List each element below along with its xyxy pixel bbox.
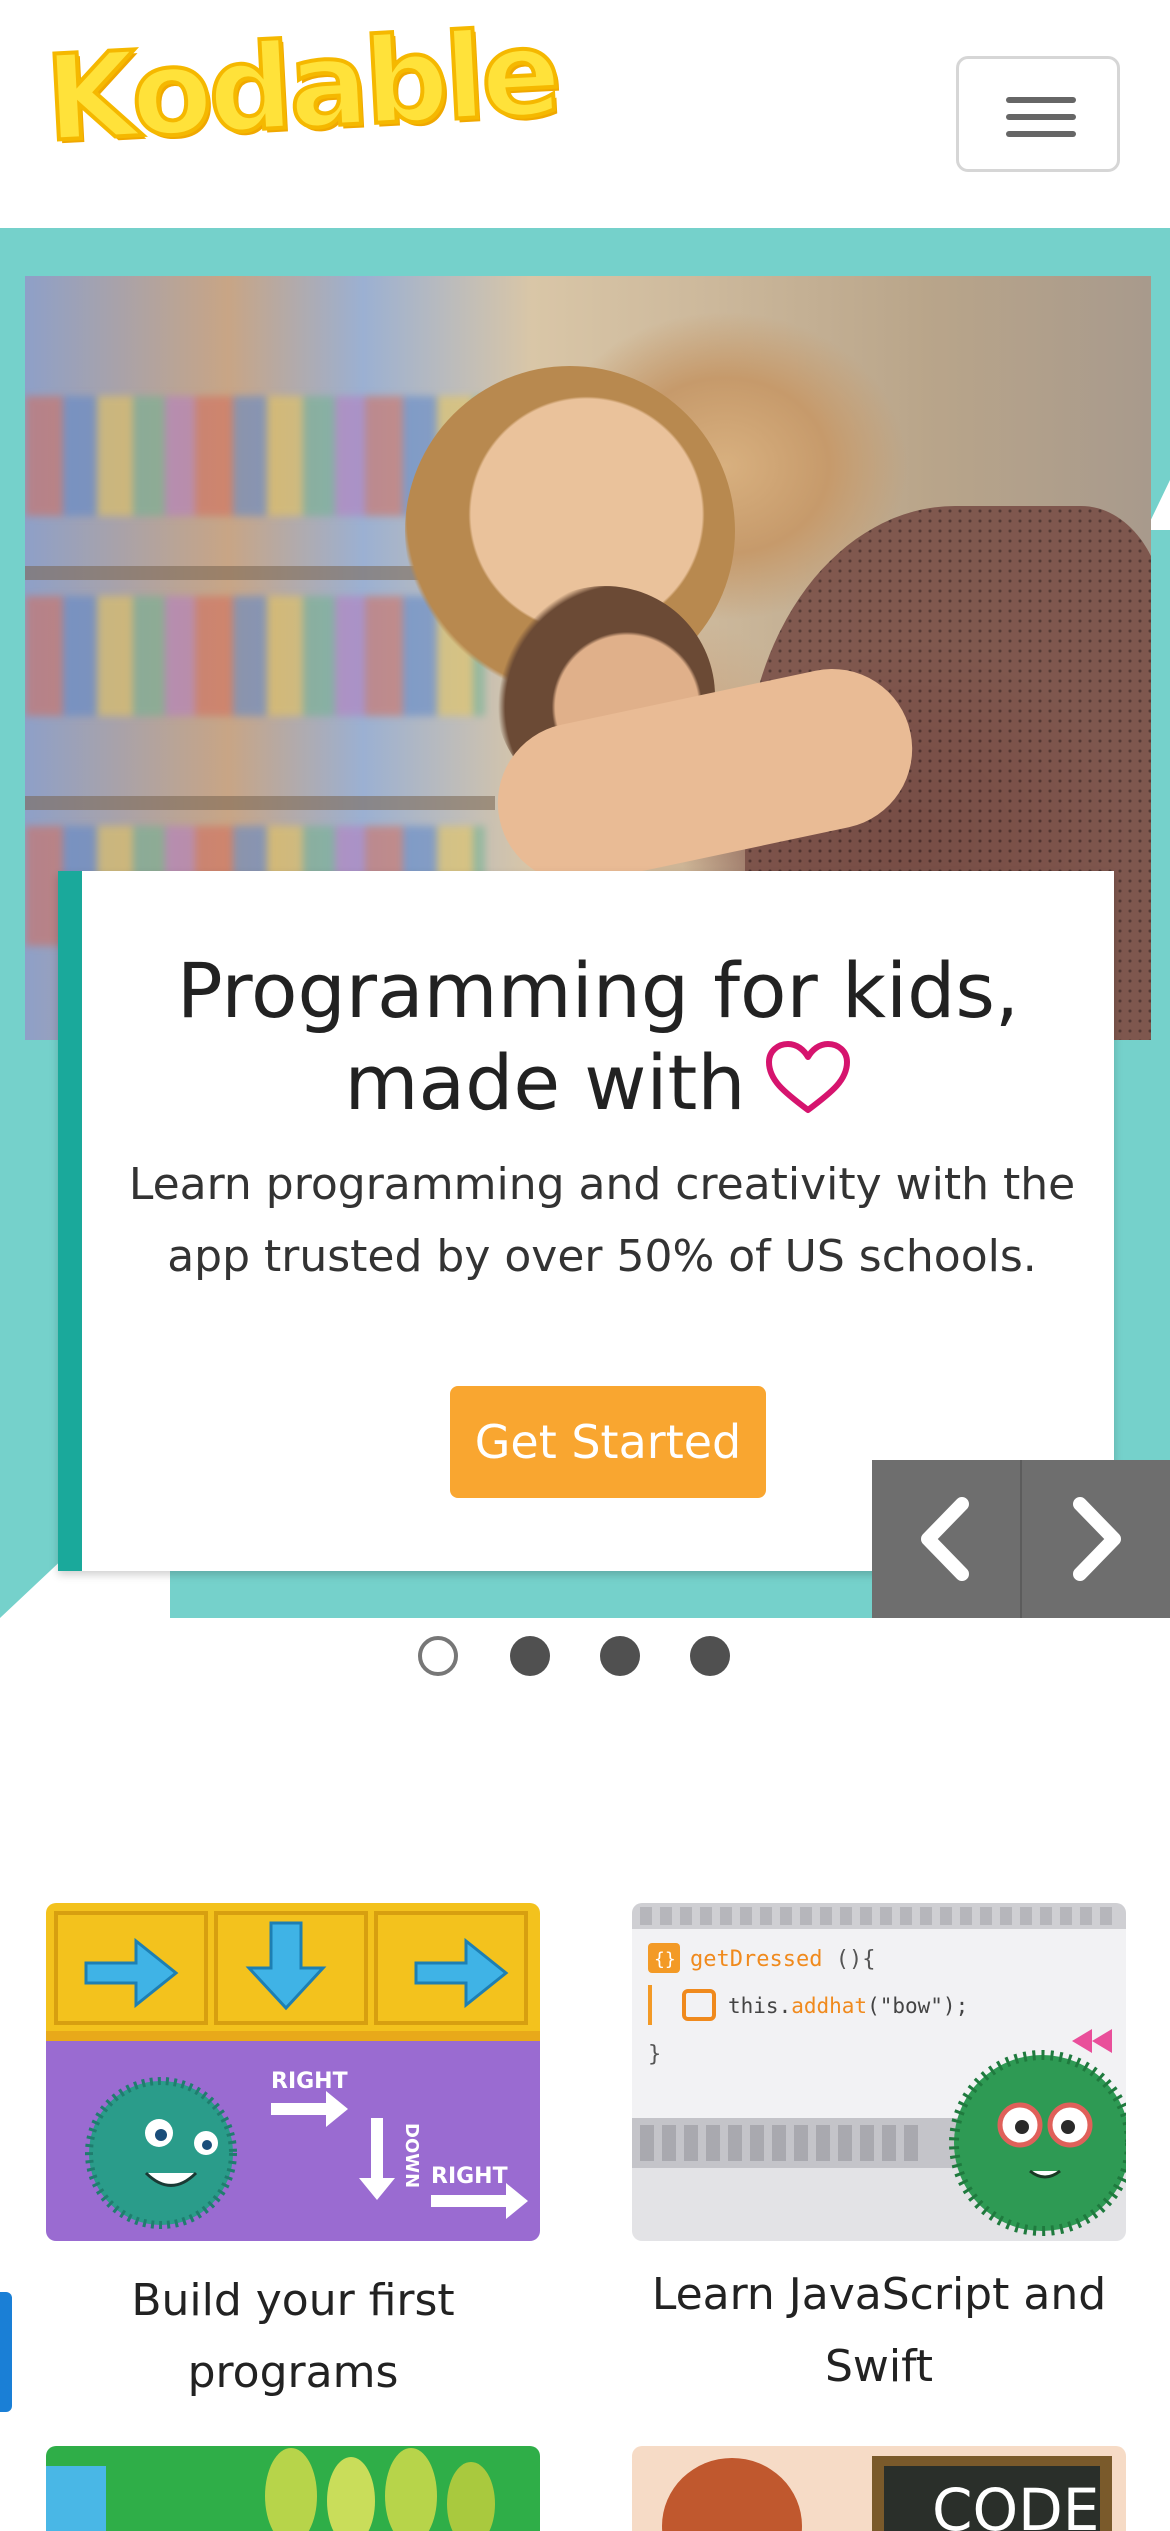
carousel-dot-2[interactable] bbox=[510, 1636, 550, 1676]
get-started-button[interactable]: Get Started bbox=[450, 1386, 766, 1498]
feature-tile-4-image[interactable]: CODE bbox=[632, 2446, 1126, 2531]
hamburger-menu-icon bbox=[1006, 114, 1076, 120]
feature-label-javascript-swift: Learn JavaScript and Swift bbox=[651, 2269, 1107, 2392]
carousel-controls bbox=[872, 1460, 1170, 1618]
word-right2-label: RIGHT bbox=[431, 2164, 508, 2189]
feature-tile-3-image[interactable] bbox=[46, 2446, 540, 2531]
hero-subtitle: Learn programming and creativity with th… bbox=[128, 1159, 1076, 1282]
arrow-right-icon bbox=[84, 1937, 179, 2009]
carousel-next-button[interactable] bbox=[1022, 1460, 1170, 1618]
carousel-dot-4[interactable] bbox=[690, 1636, 730, 1676]
carousel-dot-1[interactable] bbox=[418, 1636, 458, 1676]
hero-title-line2-text: made with bbox=[344, 1038, 746, 1127]
site-header: Kodable bbox=[0, 0, 1170, 228]
code-line-2: this.addhat("bow"); bbox=[728, 1994, 968, 2018]
carousel-prev-button[interactable] bbox=[872, 1460, 1022, 1618]
hero-title-line2: made with bbox=[82, 1037, 1114, 1136]
chevron-left-icon bbox=[921, 1497, 969, 1581]
feature-label-build-programs: Build your first programs bbox=[131, 2275, 455, 2398]
feature-image-maze: RIGHT DOWN RIGHT bbox=[46, 1903, 540, 2241]
code-block-icon bbox=[682, 1989, 716, 2021]
menu-toggle-button[interactable] bbox=[956, 56, 1120, 172]
maze-illustration: RIGHT DOWN RIGHT bbox=[54, 1911, 528, 2229]
heart-outline-icon bbox=[764, 1040, 852, 1136]
code-line-3: } bbox=[648, 2042, 661, 2067]
hamburger-menu-icon bbox=[1006, 131, 1076, 137]
shelf-image bbox=[25, 796, 495, 810]
arrow-down-icon bbox=[245, 1921, 327, 2011]
feature-tile-javascript-swift[interactable]: {} getDressed (){ this.addhat("bow"); } … bbox=[632, 1903, 1126, 2423]
word-down-label: DOWN bbox=[401, 2123, 422, 2188]
code-illustration: {} getDressed (){ this.addhat("bow"); } bbox=[632, 1903, 1126, 2236]
feature-image-code: {} getDressed (){ this.addhat("bow"); } bbox=[632, 1903, 1126, 2241]
hero-title-line1: Programming for kids, bbox=[176, 946, 1020, 1035]
carousel-indicators bbox=[418, 1636, 738, 1680]
hamburger-menu-icon bbox=[1006, 97, 1076, 103]
word-right-label: RIGHT bbox=[271, 2069, 348, 2094]
bow-icon bbox=[1072, 2029, 1112, 2053]
hero-title: Programming for kids, made with bbox=[82, 945, 1114, 1136]
kodable-logo[interactable]: Kodable bbox=[40, 1, 562, 170]
carousel-dot-3[interactable] bbox=[600, 1636, 640, 1676]
feature-tile-build-programs[interactable]: RIGHT DOWN RIGHT Build your first progra… bbox=[46, 1903, 540, 2423]
forest-illustration bbox=[46, 2448, 495, 2531]
bookshelf-image bbox=[25, 596, 485, 716]
arrow-right-icon bbox=[414, 1937, 509, 2009]
svg-text:{}: {} bbox=[654, 1949, 676, 1970]
chalkboard-text: CODE bbox=[932, 2476, 1099, 2531]
chevron-right-icon bbox=[1073, 1497, 1121, 1581]
side-feedback-tab[interactable] bbox=[0, 2292, 12, 2412]
chalkboard-illustration: CODE bbox=[662, 2456, 1112, 2531]
code-line-1: getDressed (){ bbox=[690, 1947, 875, 1972]
